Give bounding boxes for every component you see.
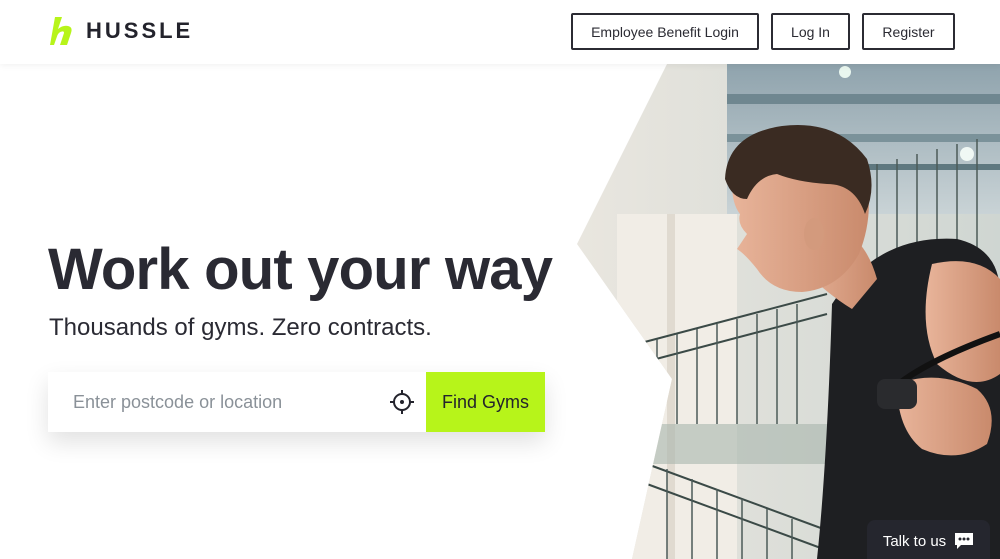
employee-benefit-login-button[interactable]: Employee Benefit Login xyxy=(571,13,759,50)
athlete-photo xyxy=(577,64,1000,559)
login-button[interactable]: Log In xyxy=(771,13,850,50)
crosshair-icon[interactable] xyxy=(378,372,426,432)
find-gyms-button[interactable]: Find Gyms xyxy=(426,372,545,432)
logo[interactable]: HUSSLE xyxy=(48,13,193,49)
hero-headline: Work out your way xyxy=(48,237,553,302)
logo-text: HUSSLE xyxy=(86,18,194,43)
chat-bubble-icon xyxy=(955,533,974,549)
talk-to-us-label: Talk to us xyxy=(882,532,947,550)
talk-to-us-button[interactable]: Talk to us xyxy=(867,520,990,559)
location-search-box: Find Gyms xyxy=(48,372,545,432)
hero-subheadline: Thousands of gyms. Zero contracts. xyxy=(49,314,432,341)
hussle-logo-icon xyxy=(50,17,72,45)
site-header: HUSSLE Employee Benefit Login Log In Reg… xyxy=(0,0,1000,64)
location-search-input[interactable] xyxy=(48,372,378,432)
register-button[interactable]: Register xyxy=(862,13,955,50)
